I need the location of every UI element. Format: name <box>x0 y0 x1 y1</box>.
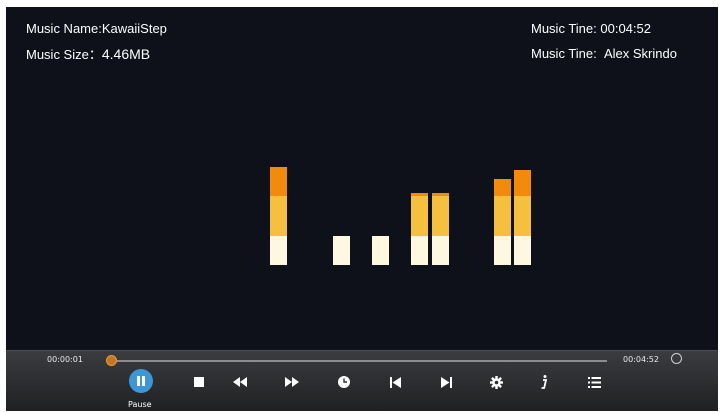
playlist-button[interactable] <box>582 370 606 394</box>
rewind-icon <box>233 377 247 387</box>
visualizer-segment-mid <box>270 196 287 236</box>
stop-button[interactable] <box>187 370 211 394</box>
visualizer-segment-high <box>514 170 531 196</box>
visualizer-segment-low <box>411 236 428 265</box>
rewind-button[interactable] <box>228 370 252 394</box>
visualizer-segment-low <box>432 236 449 265</box>
next-button[interactable] <box>434 370 458 394</box>
skip-previous-icon <box>389 376 401 388</box>
visualizer-segment-high <box>432 193 449 196</box>
visualizer-segment-mid <box>494 196 511 236</box>
player-screen: Music Name:KawaiiStep Music Size：4.46MB … <box>6 7 718 411</box>
visualizer-segment-mid <box>432 196 449 236</box>
clock-button[interactable] <box>332 370 356 394</box>
previous-button[interactable] <box>383 370 407 394</box>
list-icon <box>587 376 601 388</box>
visualizer-segment-high <box>411 193 428 196</box>
pause-label: Pause <box>128 400 152 409</box>
pause-icon <box>137 376 145 386</box>
progress-thumb[interactable] <box>105 355 117 366</box>
visualizer-segment-high <box>270 167 287 196</box>
visualizer-segment-low <box>514 236 531 265</box>
fast-forward-button[interactable] <box>280 370 304 394</box>
current-time: 00:00:01 <box>47 355 83 364</box>
visualizer-segment-mid <box>514 196 531 236</box>
visualizer-segment-high <box>494 179 511 196</box>
stop-icon <box>194 377 204 387</box>
info-icon <box>541 375 548 389</box>
visualizer-segment-low <box>333 236 350 265</box>
gear-icon <box>489 375 503 389</box>
visualizer-segment-low <box>494 236 511 265</box>
settings-button[interactable] <box>484 370 508 394</box>
visualizer-segment-low <box>270 236 287 265</box>
loop-icon[interactable] <box>671 353 682 364</box>
control-bar: 00:00:01 00:04:52 Pause <box>6 350 718 411</box>
visualizer-segment-mid <box>411 196 428 236</box>
visualizer-segment-low <box>372 236 389 265</box>
total-time: 00:04:52 <box>623 355 659 364</box>
skip-next-icon <box>440 376 452 388</box>
info-button[interactable] <box>532 370 556 394</box>
progress-track[interactable] <box>107 360 607 362</box>
pause-button[interactable] <box>129 369 153 393</box>
clock-icon <box>338 376 350 388</box>
fast-forward-icon <box>285 377 299 387</box>
